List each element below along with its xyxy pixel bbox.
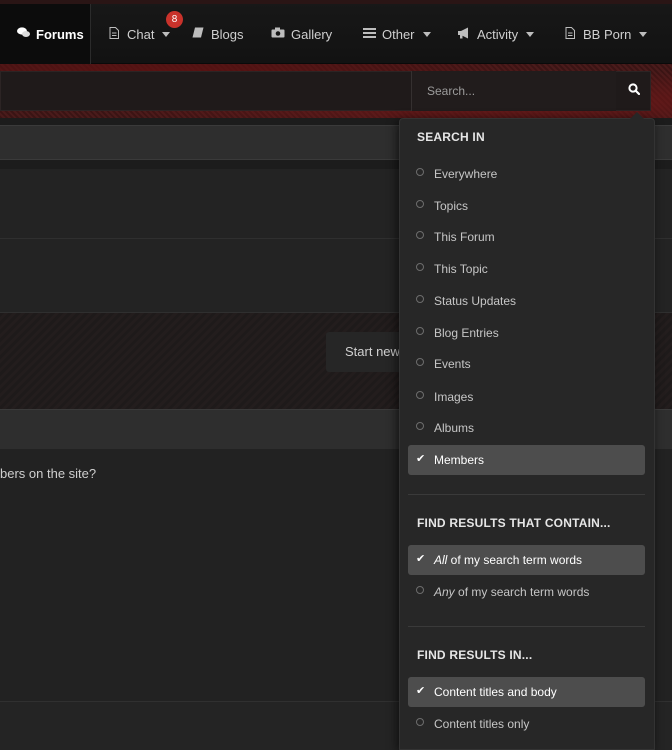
option-titles-and-body[interactable]: ✔ Content titles and body bbox=[408, 677, 645, 707]
option-this-topic[interactable]: This Topic bbox=[408, 254, 645, 284]
radio-icon bbox=[416, 586, 424, 594]
option-label: Members bbox=[434, 453, 485, 467]
option-this-forum[interactable]: This Forum bbox=[408, 222, 645, 252]
option-label: Content titles and body bbox=[434, 685, 557, 699]
top-navigation: Forums Chat 8 Blogs Gallery Other Activi… bbox=[0, 0, 672, 64]
radio-icon bbox=[416, 200, 424, 208]
option-everywhere[interactable]: Everywhere bbox=[408, 159, 645, 189]
camera-icon bbox=[271, 27, 285, 41]
search-button[interactable] bbox=[616, 71, 651, 111]
search-input[interactable] bbox=[411, 71, 616, 111]
search-in-title: SEARCH IN bbox=[417, 130, 485, 144]
megaphone-icon bbox=[457, 27, 471, 42]
option-emphasis: All bbox=[434, 553, 448, 567]
document-icon bbox=[563, 26, 577, 42]
option-label: of my search term words bbox=[447, 553, 583, 567]
nav-bb-label: BB Porn bbox=[583, 26, 632, 42]
nav-other[interactable]: Other bbox=[362, 4, 431, 64]
document-icon bbox=[107, 26, 121, 42]
option-members[interactable]: ✔ Members bbox=[408, 445, 645, 475]
option-label: This Topic bbox=[434, 262, 488, 276]
radio-icon bbox=[416, 718, 424, 726]
option-label: Status Updates bbox=[434, 294, 517, 308]
option-blog-entries[interactable]: Blog Entries bbox=[408, 318, 645, 348]
content-text: bers on the site? bbox=[0, 466, 97, 481]
option-label: Albums bbox=[434, 421, 475, 435]
radio-icon bbox=[416, 168, 424, 176]
radio-icon bbox=[416, 422, 424, 430]
nav-blogs-label: Blogs bbox=[211, 26, 244, 42]
option-label: Topics bbox=[434, 199, 469, 213]
nav-chat[interactable]: Chat bbox=[107, 4, 171, 64]
option-label: Everywhere bbox=[434, 167, 498, 181]
option-label: of my search term words bbox=[454, 585, 590, 599]
nav-blogs[interactable]: Blogs bbox=[191, 4, 244, 64]
nav-activity-label: Activity bbox=[477, 26, 519, 42]
checkmark-icon: ✔ bbox=[416, 685, 426, 697]
nav-bb[interactable]: BB Porn bbox=[563, 4, 648, 64]
option-label: Content titles only bbox=[434, 717, 530, 731]
option-status-updates[interactable]: Status Updates bbox=[408, 286, 645, 316]
divider bbox=[408, 494, 645, 495]
nav-chat-label: Chat bbox=[127, 26, 155, 42]
checkmark-icon: ✔ bbox=[416, 453, 426, 465]
option-topics[interactable]: Topics bbox=[408, 191, 645, 221]
chevron-down-icon bbox=[162, 31, 171, 37]
notification-badge: 8 bbox=[166, 11, 183, 28]
option-label: This Forum bbox=[434, 230, 495, 244]
comments-icon bbox=[16, 27, 30, 41]
option-all-words[interactable]: ✔ All of my search term words bbox=[408, 545, 645, 575]
results-in-title: FIND RESULTS IN... bbox=[417, 648, 533, 662]
divider bbox=[408, 626, 645, 627]
option-titles-only[interactable]: Content titles only bbox=[408, 709, 645, 739]
nav-gallery[interactable]: Gallery bbox=[271, 4, 332, 64]
chevron-down-icon bbox=[422, 31, 431, 37]
radio-icon bbox=[416, 358, 424, 366]
radio-icon bbox=[416, 231, 424, 239]
option-events[interactable]: Events bbox=[408, 349, 645, 379]
radio-icon bbox=[416, 295, 424, 303]
radio-icon bbox=[416, 327, 424, 335]
option-images[interactable]: Images bbox=[408, 382, 645, 412]
option-albums[interactable]: Albums bbox=[408, 413, 645, 443]
radio-icon bbox=[416, 391, 424, 399]
nav-gallery-label: Gallery bbox=[291, 26, 333, 42]
nav-forums[interactable]: Forums bbox=[0, 4, 91, 64]
option-label: Blog Entries bbox=[434, 326, 499, 340]
nav-activity[interactable]: Activity bbox=[457, 4, 535, 64]
list-icon bbox=[362, 27, 376, 41]
search-options-dropdown: SEARCH IN Everywhere Topics This Forum T… bbox=[399, 112, 655, 750]
chevron-down-icon bbox=[526, 31, 535, 37]
radio-icon bbox=[416, 263, 424, 271]
checkmark-icon: ✔ bbox=[416, 553, 426, 565]
option-label: Images bbox=[434, 390, 474, 404]
option-any-words[interactable]: Any of my search term words bbox=[408, 577, 645, 607]
dropdown-arrow bbox=[630, 112, 644, 119]
book-icon bbox=[191, 27, 205, 41]
chevron-down-icon bbox=[639, 31, 648, 37]
contain-title: FIND RESULTS THAT CONTAIN... bbox=[417, 516, 611, 530]
nav-forums-label: Forums bbox=[36, 26, 84, 42]
nav-other-label: Other bbox=[382, 26, 415, 42]
option-label: Events bbox=[434, 357, 471, 371]
option-emphasis: Any bbox=[434, 585, 455, 599]
search-icon bbox=[627, 82, 640, 100]
